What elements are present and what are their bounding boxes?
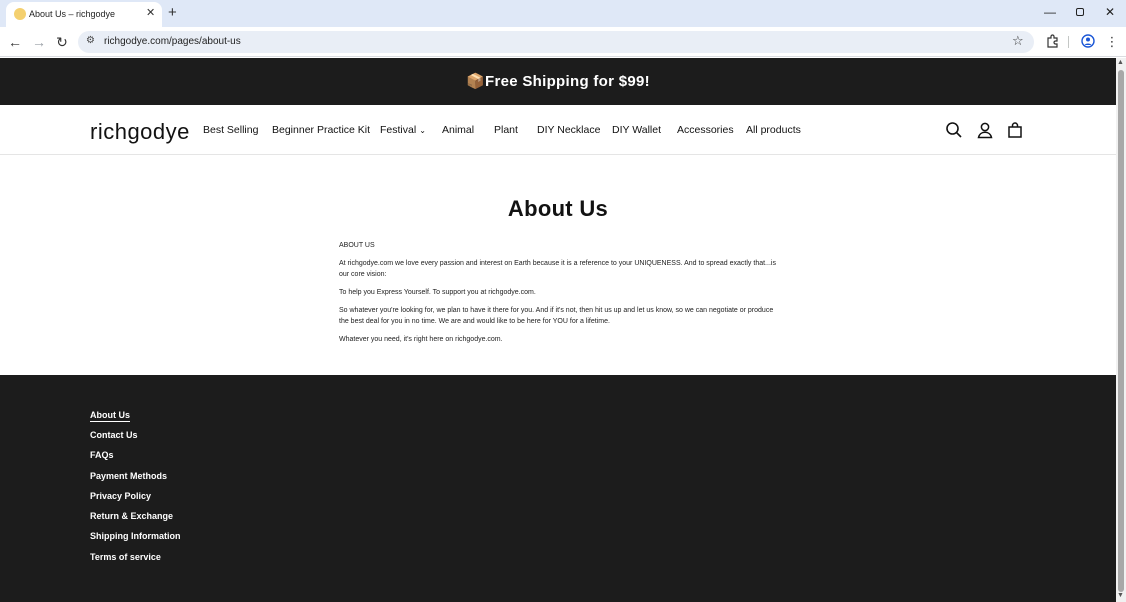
browser-menu-icon[interactable]: ⋮ xyxy=(1104,34,1120,50)
profile-icon[interactable] xyxy=(1080,34,1096,50)
new-tab-icon[interactable]: + xyxy=(168,4,177,21)
nav-animal[interactable]: Animal xyxy=(442,124,474,136)
account-icon[interactable] xyxy=(976,121,994,139)
nav-accessories[interactable]: Accessories xyxy=(677,124,734,136)
footer-link-shipping-information[interactable]: Shipping Information xyxy=(90,531,181,541)
nav-diy-necklace[interactable]: DIY Necklace xyxy=(537,124,600,136)
tab-title: About Us – richgodye xyxy=(29,9,116,19)
site-footer: About Us Contact Us FAQs Payment Methods… xyxy=(0,375,1116,602)
nav-all-products[interactable]: All products xyxy=(746,124,801,136)
footer-link-about-us[interactable]: About Us xyxy=(90,410,130,422)
browser-tab[interactable]: About Us – richgodye ✕ xyxy=(6,2,162,27)
bookmark-star-icon[interactable]: ☆ xyxy=(1012,33,1024,49)
about-text: ABOUT US At richgodye.com we love every … xyxy=(339,240,779,352)
footer-link-faqs[interactable]: FAQs xyxy=(90,450,114,460)
nav-plant[interactable]: Plant xyxy=(494,124,518,136)
address-bar[interactable]: ⚙ richgodye.com/pages/about-us ☆ xyxy=(78,31,1034,53)
window-minimize-icon[interactable]: — xyxy=(1042,5,1058,19)
announcement-bar: 📦Free Shipping for $99! xyxy=(0,58,1116,105)
search-icon[interactable] xyxy=(945,121,963,139)
about-heading: ABOUT US xyxy=(339,242,375,249)
about-paragraph: To help you Express Yourself. To support… xyxy=(339,289,536,296)
site-logo[interactable]: richgodye xyxy=(90,119,190,145)
nav-festival[interactable]: Festival ⌄ xyxy=(380,124,426,136)
browser-tab-bar: About Us – richgodye ✕ + — ✕ xyxy=(0,0,1126,27)
reload-icon[interactable]: ↻ xyxy=(53,33,71,51)
window-close-icon[interactable]: ✕ xyxy=(1102,5,1118,19)
chevron-down-icon: ⌄ xyxy=(419,126,426,135)
scroll-up-arrow-icon[interactable]: ▲ xyxy=(1117,59,1124,66)
scroll-down-arrow-icon[interactable]: ▼ xyxy=(1117,592,1124,599)
footer-link-payment-methods[interactable]: Payment Methods xyxy=(90,471,167,481)
cart-icon[interactable] xyxy=(1006,121,1024,139)
about-paragraph: Whatever you need, it's right here on ri… xyxy=(339,336,503,343)
main-content: About Us ABOUT US At richgodye.com we lo… xyxy=(0,156,1116,375)
page-title: About Us xyxy=(507,196,609,221)
footer-link-terms-of-service[interactable]: Terms of service xyxy=(90,552,161,562)
tab-close-icon[interactable]: ✕ xyxy=(146,7,155,19)
browser-toolbar: ← → ↻ ⚙ richgodye.com/pages/about-us ☆ ⋮ xyxy=(0,27,1126,57)
footer-link-contact-us[interactable]: Contact Us xyxy=(90,430,138,440)
footer-link-privacy-policy[interactable]: Privacy Policy xyxy=(90,491,151,501)
page-scrollbar[interactable]: ▲ ▼ xyxy=(1116,58,1126,602)
window-restore-icon[interactable] xyxy=(1072,5,1088,19)
favicon-icon xyxy=(14,8,26,20)
announcement-text: 📦Free Shipping for $99! xyxy=(466,73,650,90)
about-paragraph: At richgodye.com we love every passion a… xyxy=(339,260,776,278)
scroll-thumb[interactable] xyxy=(1118,70,1124,592)
nav-festival-label: Festival xyxy=(380,124,417,136)
back-arrow-icon[interactable]: ← xyxy=(6,33,24,51)
nav-diy-wallet[interactable]: DIY Wallet xyxy=(612,124,661,136)
toolbar-separator xyxy=(1068,36,1069,48)
extensions-icon[interactable] xyxy=(1045,34,1061,50)
nav-best-selling[interactable]: Best Selling xyxy=(203,124,258,136)
forward-arrow-icon[interactable]: → xyxy=(30,33,48,51)
footer-link-return-exchange[interactable]: Return & Exchange xyxy=(90,511,173,521)
site-info-icon[interactable]: ⚙ xyxy=(86,35,95,46)
site-header: richgodye Best Selling Beginner Practice… xyxy=(0,105,1116,155)
url-text[interactable]: richgodye.com/pages/about-us xyxy=(104,36,241,47)
about-paragraph: So whatever you're looking for, we plan … xyxy=(339,307,774,325)
nav-beginner-practice-kit[interactable]: Beginner Practice Kit xyxy=(272,124,370,136)
